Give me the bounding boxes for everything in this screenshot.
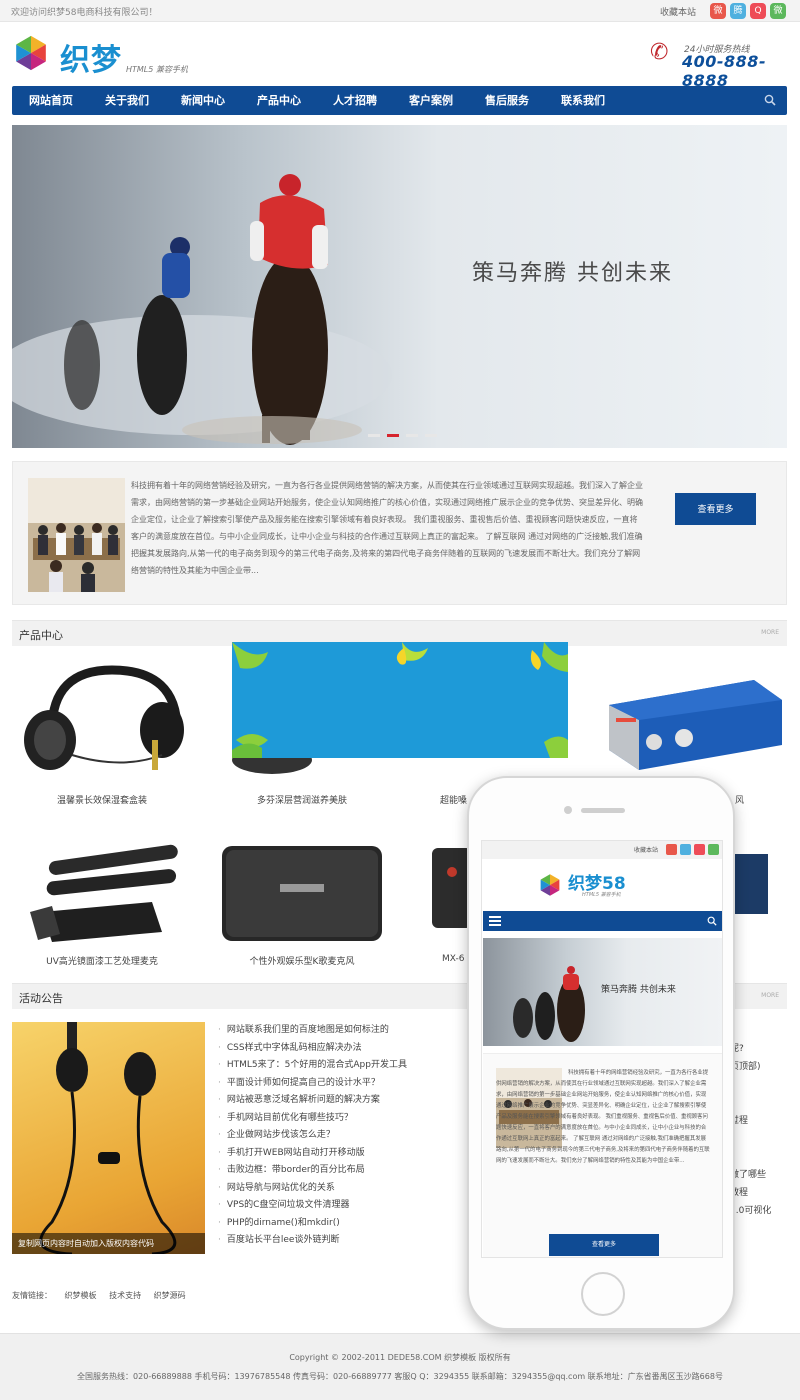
nav-item-contact[interactable]: 联系我们 bbox=[561, 86, 605, 115]
logo-text[interactable]: 织梦 bbox=[60, 35, 122, 79]
logo-icon[interactable] bbox=[12, 34, 50, 72]
news-item[interactable]: 击败边框：带border的百分比布局 bbox=[218, 1162, 458, 1180]
news-featured-image[interactable]: 复制网页内容时自动加入版权内容代码 bbox=[12, 1022, 205, 1254]
logo-subtitle: HTML5 兼容手机 bbox=[126, 65, 188, 74]
top-bar: 欢迎访问织梦58电商科技有限公司！ 收藏本站 微 腾 Q 微 bbox=[0, 0, 800, 22]
phone-camera bbox=[564, 806, 572, 814]
news-list: 网站联系我们里的百度地图是如何标注的 CSS样式中字体乱码相应解决办法 HTML… bbox=[218, 1022, 458, 1250]
advertisement-banner[interactable] bbox=[232, 642, 568, 758]
mobile-screen: 收藏本站 织梦58 HTML5 兼容手机 策马奔腾 共创未来 科技拥有着十年的网… bbox=[481, 840, 723, 1258]
friend-link[interactable]: 织梦模板 bbox=[65, 1291, 97, 1300]
mobile-about-section: 科技拥有着十年的网络营销经验及研究，一直为各行各业提供网络营销的解决方案，从而使… bbox=[483, 1053, 722, 1257]
mobile-logo-icon[interactable] bbox=[538, 873, 562, 897]
news-item-fragment[interactable]: 做了哪些 bbox=[730, 1167, 790, 1180]
news-item[interactable]: PHP的dirname()和mkdir() bbox=[218, 1215, 458, 1233]
friend-link[interactable]: 织梦源码 bbox=[154, 1291, 186, 1300]
site-footer: Copyright © 2002-2011 DEDE58.COM 织梦模板 版权… bbox=[0, 1333, 800, 1400]
slide-dot-4[interactable] bbox=[425, 434, 437, 437]
products-more-link[interactable]: MORE bbox=[761, 629, 779, 636]
slide-dot-1[interactable] bbox=[368, 434, 380, 437]
hero-banner[interactable]: 策马奔腾 共创未来 bbox=[12, 125, 787, 448]
product-speaker-image bbox=[212, 842, 392, 962]
phone-speaker bbox=[581, 808, 625, 813]
news-item-fragment[interactable]: 2.0可视化 bbox=[730, 1203, 790, 1216]
mobile-search-icon[interactable] bbox=[707, 916, 717, 926]
product-name[interactable]: UV高光镜面漆工艺处理麦克 bbox=[12, 954, 192, 967]
mobile-top-bar: 收藏本站 bbox=[482, 841, 722, 859]
nav-item-products[interactable]: 产品中心 bbox=[257, 86, 301, 115]
view-more-button[interactable]: 查看更多 bbox=[675, 493, 756, 525]
wechat-icon[interactable] bbox=[708, 844, 719, 855]
copyright-text: Copyright © 2002-2011 DEDE58.COM 织梦模板 版权… bbox=[289, 1353, 511, 1362]
qq-icon[interactable]: Q bbox=[750, 3, 766, 19]
product-name[interactable]: 个性外观娱乐型K歌麦克风 bbox=[212, 954, 392, 967]
qq-icon[interactable] bbox=[694, 844, 705, 855]
tencent-weibo-icon[interactable]: 腾 bbox=[730, 3, 746, 19]
products-title: 产品中心 bbox=[19, 629, 63, 642]
news-item-fragment[interactable]: 页顶部) bbox=[730, 1059, 790, 1072]
news-item[interactable]: 平面设计师如何提高自己的设计水平？ bbox=[218, 1075, 458, 1093]
news-title: 活动公告 bbox=[19, 992, 63, 1005]
news-item[interactable]: HTML5来了：5个好用的混合式App开发工具 bbox=[218, 1057, 458, 1075]
news-item-fragment[interactable]: 教程 bbox=[730, 1185, 790, 1198]
product-amplifier-image bbox=[604, 660, 784, 780]
welcome-text: 欢迎访问织梦58电商科技有限公司！ bbox=[11, 8, 158, 18]
contact-info: 全国服务热线：020-66889888 手机号码：13976785548 传真号… bbox=[77, 1372, 723, 1381]
nav-item-cases[interactable]: 客户案例 bbox=[409, 86, 453, 115]
weibo-icon[interactable] bbox=[666, 844, 677, 855]
phone-mockup: 收藏本站 织梦58 HTML5 兼容手机 策马奔腾 共创未来 科技拥有着十年的网… bbox=[467, 776, 735, 1330]
weibo-icon[interactable]: 微 bbox=[710, 3, 726, 19]
mobile-view-more-button[interactable]: 查看更多 bbox=[549, 1234, 659, 1256]
news-more-link[interactable]: MORE bbox=[761, 992, 779, 999]
news-image-caption[interactable]: 复制网页内容时自动加入版权内容代码 bbox=[12, 1233, 205, 1254]
banner-slogan: 策马奔腾 共创未来 bbox=[472, 261, 673, 286]
news-item[interactable]: 网站导航与网站优化的关系 bbox=[218, 1180, 458, 1198]
site-header: 织梦 HTML5 兼容手机 ✆ 24小时服务热线 400-888-8888 bbox=[0, 22, 800, 90]
news-item[interactable]: VPS的C盘空间垃圾文件清理器 bbox=[218, 1197, 458, 1215]
mobile-logo-subtitle: HTML5 兼容手机 bbox=[582, 892, 621, 898]
wechat-icon[interactable]: 微 bbox=[770, 3, 786, 19]
product-headphones-image bbox=[12, 660, 192, 780]
friend-link[interactable]: 技术支持 bbox=[109, 1291, 141, 1300]
friend-links: 友情链接： 织梦模板 技术支持 织梦源码 bbox=[12, 1290, 196, 1301]
main-nav: 网站首页 关于我们 新闻中心 产品中心 人才招聘 客户案例 售后服务 联系我们 bbox=[12, 86, 787, 115]
news-item[interactable]: 手机打开WEB网站自动打开移动版 bbox=[218, 1145, 458, 1163]
nav-item-jobs[interactable]: 人才招聘 bbox=[333, 86, 377, 115]
news-item-fragment[interactable]: 过程 bbox=[730, 1113, 790, 1126]
news-item[interactable]: 企业做网站步伐该怎么走？ bbox=[218, 1127, 458, 1145]
mobile-nav-bar bbox=[483, 911, 722, 931]
nav-item-home[interactable]: 网站首页 bbox=[29, 86, 73, 115]
favorite-link[interactable]: 收藏本站 bbox=[660, 5, 696, 18]
mobile-hero-banner[interactable]: 策马奔腾 共创未来 bbox=[483, 938, 722, 1046]
about-description: 科技拥有着十年的网络营销经验及研究，一直为各行各业提供网络营销的解决方案，从而使… bbox=[131, 481, 643, 575]
mobile-favorite-link[interactable]: 收藏本站 bbox=[634, 845, 658, 854]
about-team-photo bbox=[28, 478, 125, 592]
mobile-about-text: 科技拥有着十年的网络营销经验及研究，一直为各行各业提供网络营销的解决方案，从而使… bbox=[496, 1070, 710, 1164]
news-item-fragment[interactable]: s bbox=[730, 1077, 790, 1087]
news-item[interactable]: CSS样式中字体乱码相应解决办法 bbox=[218, 1040, 458, 1058]
slide-dot-3[interactable] bbox=[406, 434, 418, 437]
nav-item-news[interactable]: 新闻中心 bbox=[181, 86, 225, 115]
search-icon[interactable] bbox=[764, 94, 776, 106]
friend-links-label: 友情链接： bbox=[12, 1291, 52, 1300]
news-item[interactable]: 手机网站目前优化有哪些技巧？ bbox=[218, 1110, 458, 1128]
news-item-fragment[interactable]: 呢? bbox=[730, 1041, 790, 1054]
slide-dot-2[interactable] bbox=[387, 434, 399, 437]
mobile-banner-slogan: 策马奔腾 共创未来 bbox=[601, 985, 676, 995]
about-section: 科技拥有着十年的网络营销经验及研究，一直为各行各业提供网络营销的解决方案，从而使… bbox=[12, 461, 787, 605]
product-name[interactable]: 温馨景长效保湿套盒装 bbox=[12, 793, 192, 806]
nav-item-service[interactable]: 售后服务 bbox=[485, 86, 529, 115]
phone-icon: ✆ bbox=[650, 40, 669, 65]
menu-icon[interactable] bbox=[489, 916, 501, 926]
news-item[interactable]: 网站被恶意泛域名解析问题的解决方案 bbox=[218, 1092, 458, 1110]
hotline-number: 400-888-8888 bbox=[682, 52, 767, 90]
news-item[interactable]: 百度站长平台lee谈外链判断 bbox=[218, 1232, 458, 1250]
tencent-weibo-icon[interactable] bbox=[680, 844, 691, 855]
product-microphone-image bbox=[12, 842, 192, 962]
news-item[interactable]: 网站联系我们里的百度地图是如何标注的 bbox=[218, 1022, 458, 1040]
product-name[interactable]: 多芬深层营润滋养美肤 bbox=[212, 793, 392, 806]
phone-home-button bbox=[581, 1272, 625, 1316]
nav-item-about[interactable]: 关于我们 bbox=[105, 86, 149, 115]
